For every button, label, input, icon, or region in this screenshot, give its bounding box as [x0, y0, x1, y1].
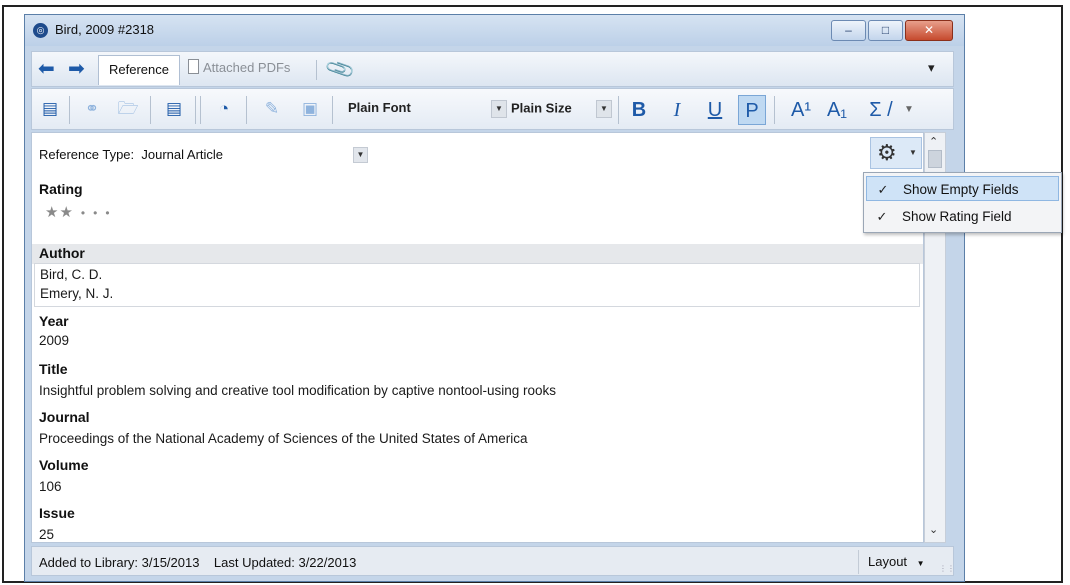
author-value: Emery, N. J.: [40, 286, 114, 301]
reference-window: ◎ Bird, 2009 #2318 – □ ✕ ⬅ ➡ Reference A…: [24, 14, 965, 582]
divider: [618, 96, 619, 124]
resize-grip-icon[interactable]: ⋮⋮: [939, 564, 955, 573]
insert-reference-icon[interactable]: ▤: [38, 98, 62, 120]
field-label-issue: Issue: [39, 505, 75, 521]
chevron-down-icon: ▼: [909, 148, 917, 157]
field-settings-button[interactable]: ⚙ ▼: [870, 137, 922, 169]
menu-item-show-empty-fields[interactable]: ✓ Show Empty Fields: [866, 176, 1059, 201]
field-settings-menu: ✓ Show Empty Fields ✓ Show Rating Field: [863, 172, 1062, 233]
field-label-author: Author: [39, 245, 85, 261]
gear-icon: ⚙: [877, 140, 897, 165]
window-title: Bird, 2009 #2318: [55, 22, 155, 37]
issue-value[interactable]: 25: [39, 527, 54, 542]
size-select[interactable]: ▼ Plain Size: [491, 100, 572, 120]
font-select[interactable]: Plain Font: [348, 100, 411, 120]
reference-type-value: Journal Article: [141, 147, 224, 162]
size-select-label: Plain Size: [511, 100, 572, 116]
layout-label: Layout: [868, 554, 908, 569]
rating-stars[interactable]: ★★ • • •: [45, 203, 111, 221]
back-arrow-icon[interactable]: ⬅: [38, 59, 55, 79]
plain-button[interactable]: P: [738, 95, 766, 125]
year-value[interactable]: 2009: [39, 333, 69, 348]
chevron-down-icon[interactable]: ▼: [353, 147, 368, 163]
edit-icon[interactable]: ✎: [260, 98, 284, 120]
tab-reference[interactable]: Reference: [98, 55, 180, 85]
maximize-button[interactable]: □: [868, 20, 903, 41]
chevron-down-icon[interactable]: ▼: [904, 104, 914, 124]
field-label-title: Title: [39, 361, 68, 377]
author-value: Bird, C. D.: [40, 267, 103, 282]
chevron-down-icon: ▼: [491, 100, 507, 118]
overflow-menu-icon[interactable]: ▾: [928, 60, 935, 76]
star-filled-icon[interactable]: ★: [59, 204, 73, 221]
superscript-button[interactable]: A¹: [784, 95, 818, 125]
star-empty-icon[interactable]: •: [93, 206, 98, 220]
underline-button[interactable]: U: [704, 95, 726, 125]
field-label-rating: Rating: [39, 181, 83, 197]
chevron-down-icon: ▼: [916, 559, 925, 568]
updated-date: Last Updated: 3/22/2013: [213, 555, 357, 570]
field-label-year: Year: [39, 313, 69, 329]
bold-button[interactable]: B: [628, 95, 650, 125]
reference-type-label: Reference Type:: [39, 147, 135, 162]
status-text: Added to Library: 3/15/2013 Last Updated…: [39, 555, 356, 570]
divider: [316, 60, 317, 80]
status-bar: Added to Library: 3/15/2013 Last Updated…: [31, 546, 955, 576]
size-caret[interactable]: ▼: [596, 100, 616, 120]
divider: [332, 96, 333, 124]
insert-citation-icon[interactable]: ▤: [162, 98, 186, 120]
title-bar[interactable]: ◎ Bird, 2009 #2318 – □ ✕: [25, 15, 964, 46]
tab-attached-pdfs-label: Attached PDFs: [203, 60, 291, 75]
field-label-volume: Volume: [39, 457, 89, 473]
volume-value[interactable]: 106: [39, 479, 62, 494]
close-button[interactable]: ✕: [905, 20, 953, 41]
symbol-button[interactable]: Σ /: [858, 95, 904, 125]
check-icon: ✓: [876, 209, 888, 224]
title-value[interactable]: Insightful problem solving and creative …: [39, 383, 556, 398]
minimize-button[interactable]: –: [831, 20, 866, 41]
added-date: Added to Library: 3/15/2013: [39, 555, 200, 570]
divider: [246, 96, 247, 124]
reference-type-select[interactable]: Reference Type: Journal Article: [39, 147, 223, 162]
divider: [150, 96, 151, 124]
scroll-thumb[interactable]: [928, 150, 942, 168]
paperclip-icon[interactable]: 📎: [323, 52, 357, 86]
menu-item-show-rating-field[interactable]: ✓ Show Rating Field: [866, 204, 1059, 229]
chevron-down-icon: ▼: [596, 100, 612, 118]
star-empty-icon[interactable]: •: [105, 206, 110, 220]
chart-icon[interactable]: ◔: [212, 98, 236, 120]
menu-item-label: Show Rating Field: [902, 209, 1012, 224]
journal-value[interactable]: Proceedings of the National Academy of S…: [39, 431, 528, 446]
star-empty-icon[interactable]: •: [81, 206, 86, 220]
layout-button[interactable]: Layout ▼: [858, 550, 936, 574]
formatting-toolbar: ▤ ⚭ 🗁 ▤ ◔ ✎ ▣ Plain Font ▼ Plain Size ▼ B…: [31, 88, 954, 130]
divider: [195, 96, 196, 124]
check-icon: ✓: [877, 182, 889, 197]
app-icon: ◎: [33, 23, 48, 38]
field-label-journal: Journal: [39, 409, 90, 425]
scroll-up-icon[interactable]: ⌃: [929, 135, 938, 148]
folder-icon[interactable]: 🗁: [116, 98, 140, 120]
menu-item-label: Show Empty Fields: [903, 182, 1019, 197]
link-icon[interactable]: ⚭: [80, 98, 104, 120]
forward-arrow-icon[interactable]: ➡: [68, 59, 85, 79]
word-icon[interactable]: ▣: [298, 98, 322, 120]
document-icon: [188, 59, 199, 74]
author-header-band: [32, 244, 923, 264]
nav-bar: ⬅ ➡ Reference Attached PDFs 📎 ▾: [31, 51, 954, 87]
divider: [200, 96, 201, 124]
author-field[interactable]: Bird, C. D. Emery, N. J.: [34, 263, 920, 307]
subscript-button[interactable]: A₁: [820, 95, 854, 125]
reference-panel: Reference Type: Journal Article ▼ ⚙ ▼ Ra…: [31, 132, 924, 543]
italic-button[interactable]: I: [666, 95, 688, 125]
divider: [774, 96, 775, 124]
font-select-label: Plain Font: [348, 100, 411, 115]
tab-attached-pdfs[interactable]: Attached PDFs: [188, 59, 290, 75]
scroll-down-icon[interactable]: ⌄: [929, 523, 938, 536]
star-filled-icon[interactable]: ★: [45, 204, 59, 221]
divider: [69, 96, 70, 124]
